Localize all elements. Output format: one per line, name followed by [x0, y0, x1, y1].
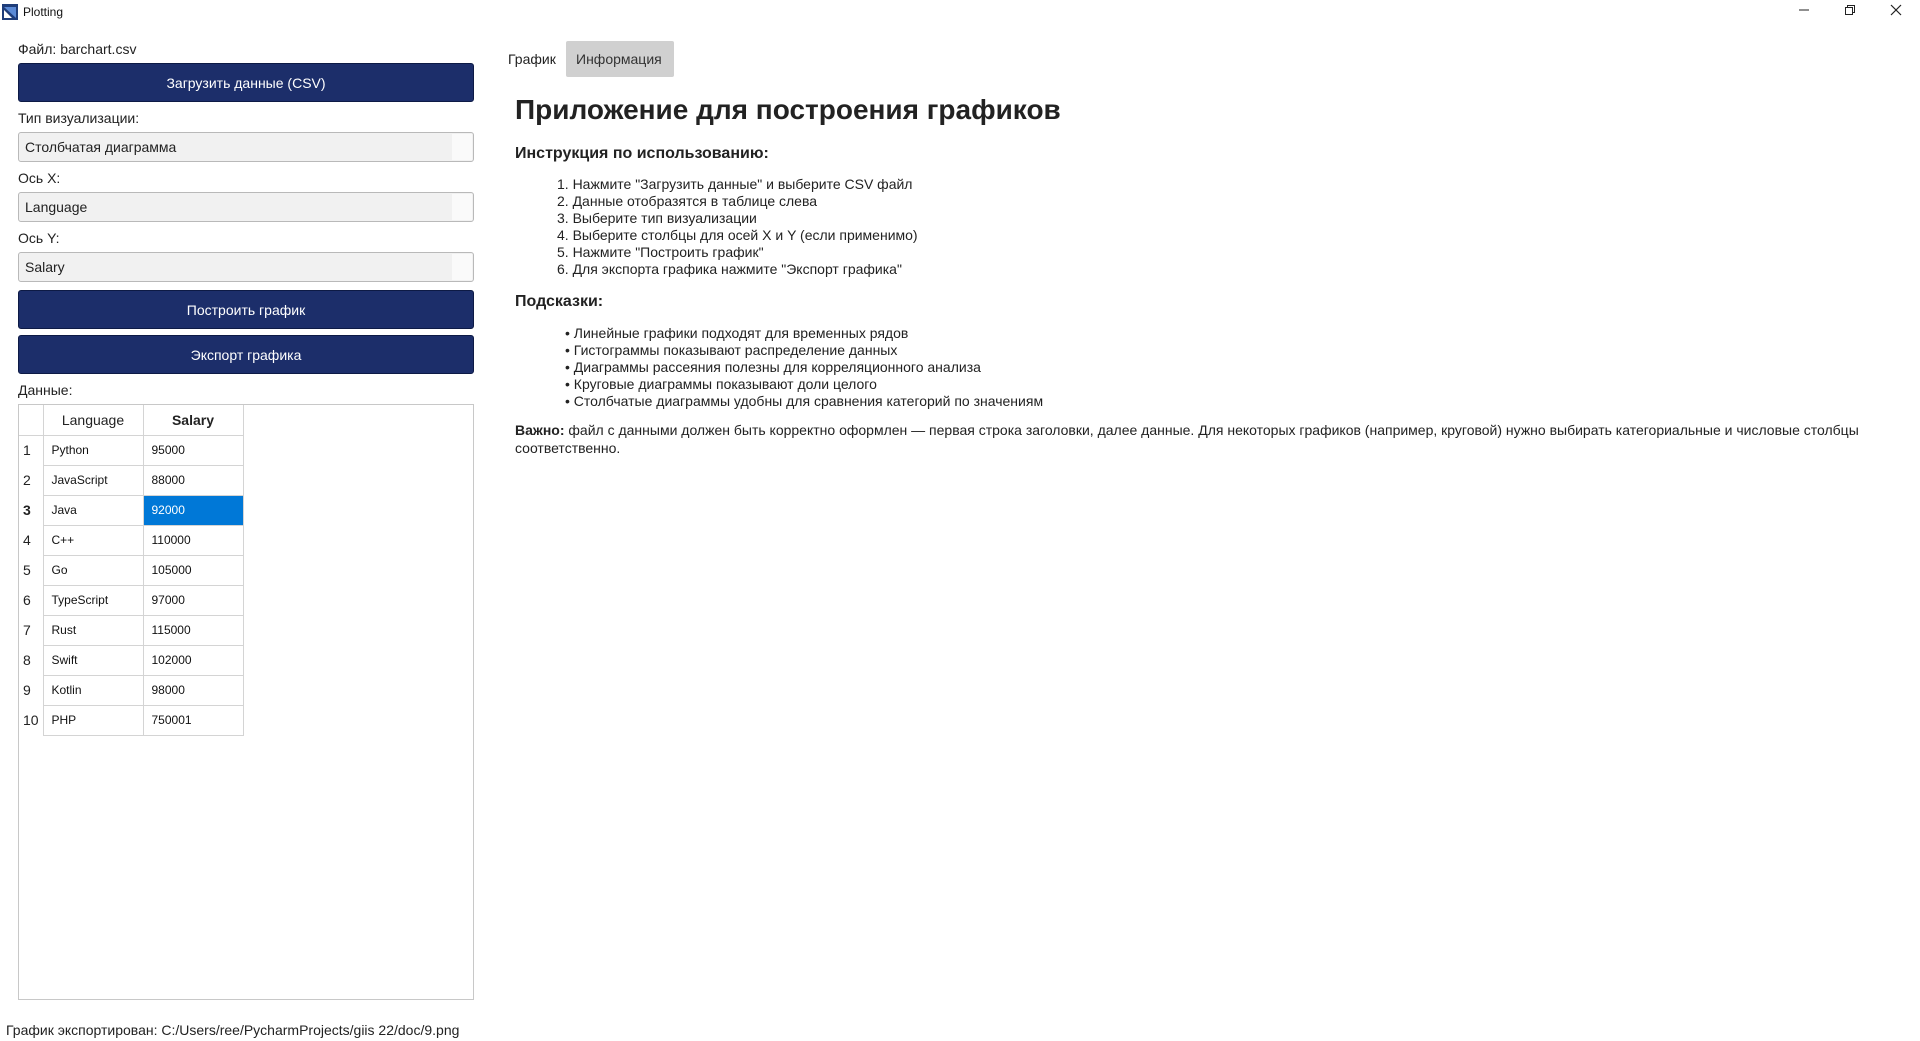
load-data-button[interactable]: Загрузить данные (CSV) — [18, 63, 474, 102]
vis-type-label: Тип визуализации: — [18, 110, 140, 126]
tab-info[interactable]: Информация — [566, 41, 674, 77]
tip-item: • Круговые диаграммы показывают доли цел… — [565, 376, 877, 392]
row-header[interactable]: 8 — [19, 645, 44, 675]
cell-language[interactable]: PHP — [43, 705, 144, 736]
cell-language[interactable]: Kotlin — [43, 675, 144, 706]
window-title: Plotting — [23, 5, 64, 19]
close-icon — [1890, 4, 1902, 16]
table-corner[interactable] — [19, 405, 44, 436]
cell-salary[interactable]: 115000 — [143, 615, 244, 646]
note-text: файл с данными должен быть корректно офо… — [515, 422, 1859, 456]
cell-language[interactable]: Java — [43, 495, 144, 526]
cell-salary[interactable]: 110000 — [143, 525, 244, 556]
tip-item: • Линейные графики подходят для временны… — [565, 325, 909, 341]
table-row: 5 Go 105000 — [19, 555, 244, 586]
table-row: 1 Python 95000 — [19, 435, 244, 466]
cell-salary[interactable]: 88000 — [143, 465, 244, 496]
note-bold-label: Важно: — [515, 422, 565, 438]
minimize-icon — [1799, 9, 1809, 11]
tab-graph[interactable]: График — [498, 41, 562, 77]
table-row: 9 Kotlin 98000 — [19, 675, 244, 706]
table-row: 6 TypeScript 97000 — [19, 585, 244, 616]
close-button[interactable] — [1873, 0, 1919, 24]
cell-salary[interactable]: 98000 — [143, 675, 244, 706]
row-header[interactable]: 9 — [19, 675, 44, 705]
instruction-item: 6. Для экспорта графика нажмите "Экспорт… — [557, 261, 902, 277]
table-row: 7 Rust 115000 — [19, 615, 244, 646]
cell-salary[interactable]: 750001 — [143, 705, 244, 736]
data-table: Language Salary 1 Python 95000 2 JavaScr… — [19, 405, 244, 736]
table-row: 10 PHP 750001 — [19, 705, 244, 736]
cell-language[interactable]: Swift — [43, 645, 144, 676]
row-header[interactable]: 5 — [19, 555, 44, 585]
instruction-item: 3. Выберите тип визуализации — [557, 210, 757, 226]
info-title: Приложение для построения графиков — [515, 94, 1061, 125]
vis-type-value: Столбчатая диаграмма — [25, 139, 177, 155]
dropdown-arrow-icon — [452, 254, 472, 280]
column-header-salary[interactable]: Salary — [143, 405, 244, 436]
table-row: 3 Java 92000 — [19, 495, 244, 526]
instruction-item: 2. Данные отобразятся в таблице слева — [557, 193, 818, 209]
dropdown-arrow-icon — [452, 194, 472, 220]
table-row: 2 JavaScript 88000 — [19, 465, 244, 496]
vis-type-select[interactable]: Столбчатая диаграмма — [18, 132, 474, 162]
x-axis-label: Ось X: — [18, 170, 61, 186]
cell-language[interactable]: Go — [43, 555, 144, 586]
cell-salary[interactable]: 97000 — [143, 585, 244, 616]
instruction-item: 4. Выберите столбцы для осей X и Y (если… — [557, 227, 918, 243]
row-header[interactable]: 4 — [19, 525, 44, 555]
y-axis-label: Ось Y: — [18, 230, 60, 246]
app-icon — [2, 4, 18, 20]
x-axis-value: Language — [25, 199, 88, 215]
restore-button[interactable] — [1827, 0, 1873, 24]
row-header[interactable]: 6 — [19, 585, 44, 615]
x-axis-select[interactable]: Language — [18, 192, 474, 222]
important-note: Важно: файл с данными должен быть коррек… — [515, 421, 1895, 457]
y-axis-value: Salary — [25, 259, 65, 275]
title-bar: Plotting — [0, 0, 1920, 24]
instructions-heading: Инструкция по использованию: — [515, 145, 769, 162]
instruction-item: 1. Нажмите "Загрузить данные" и выберите… — [557, 176, 913, 192]
restore-icon — [1845, 5, 1855, 15]
row-header[interactable]: 2 — [19, 465, 44, 495]
dropdown-arrow-icon — [452, 134, 472, 160]
tip-item: • Столбчатые диаграммы удобны для сравне… — [565, 393, 1044, 409]
minimize-button[interactable] — [1781, 0, 1827, 24]
row-header[interactable]: 1 — [19, 435, 44, 465]
row-header[interactable]: 10 — [19, 705, 44, 735]
row-header[interactable]: 7 — [19, 615, 44, 645]
row-header[interactable]: 3 — [19, 495, 44, 525]
cell-salary-selected[interactable]: 92000 — [143, 495, 244, 526]
data-table-view[interactable]: Language Salary 1 Python 95000 2 JavaScr… — [18, 404, 474, 1000]
table-row: 8 Swift 102000 — [19, 645, 244, 676]
tip-item: • Гистограммы показывают распределение д… — [565, 342, 898, 358]
export-button[interactable]: Экспорт графика — [18, 335, 474, 374]
status-bar-message: График экспортирован: C:/Users/ree/Pycha… — [6, 1022, 460, 1038]
tip-item: • Диаграммы рассеяния полезны для коррел… — [565, 359, 981, 375]
cell-salary[interactable]: 105000 — [143, 555, 244, 586]
cell-language[interactable]: JavaScript — [43, 465, 144, 496]
cell-language[interactable]: C++ — [43, 525, 144, 556]
app-window: Plotting Файл: barchart.csv Загрузить да… — [0, 0, 1920, 1041]
tips-heading: Подсказки: — [515, 293, 604, 310]
plot-button[interactable]: Построить график — [18, 290, 474, 329]
y-axis-select[interactable]: Salary — [18, 252, 474, 282]
file-label: Файл: barchart.csv — [18, 41, 137, 57]
cell-language[interactable]: TypeScript — [43, 585, 144, 616]
cell-salary[interactable]: 102000 — [143, 645, 244, 676]
cell-salary[interactable]: 95000 — [143, 435, 244, 466]
cell-language[interactable]: Rust — [43, 615, 144, 646]
table-row: 4 C++ 110000 — [19, 525, 244, 556]
cell-language[interactable]: Python — [43, 435, 144, 466]
data-label: Данные: — [18, 382, 73, 398]
column-header-language[interactable]: Language — [43, 405, 144, 436]
instruction-item: 5. Нажмите "Построить график" — [557, 244, 764, 260]
